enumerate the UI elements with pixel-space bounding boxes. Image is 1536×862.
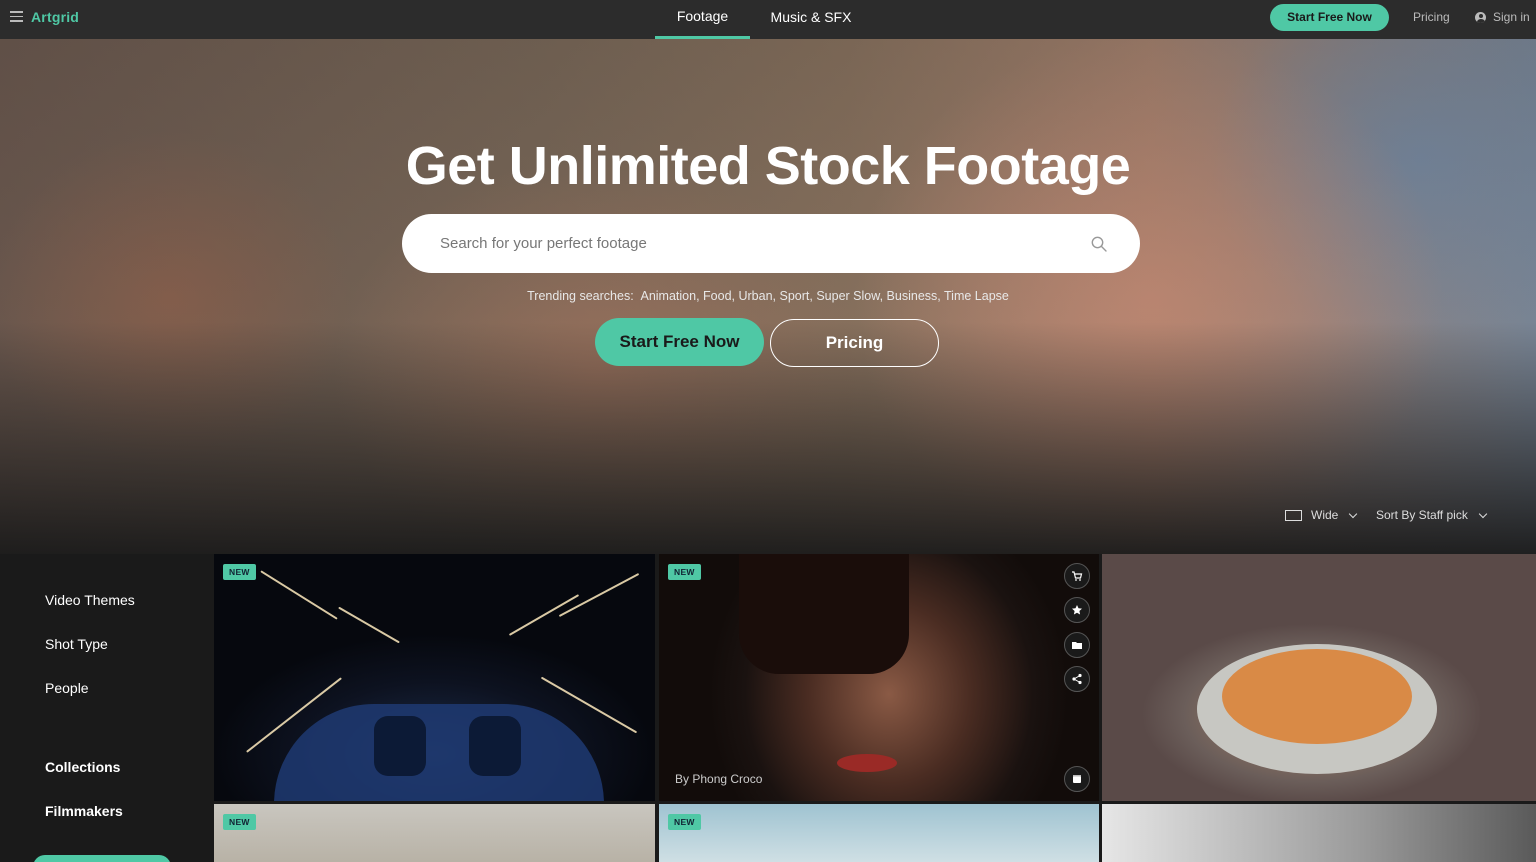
new-badge: NEW xyxy=(223,814,256,830)
trending-link-business[interactable]: Business, xyxy=(887,289,941,303)
video-tile[interactable] xyxy=(1102,804,1536,862)
car-thumbnail xyxy=(274,704,604,801)
sidebar-item-people[interactable]: People xyxy=(45,680,89,696)
sort-dropdown[interactable]: Sort By Staff pick xyxy=(1376,508,1488,522)
sort-label: Sort By Staff pick xyxy=(1376,508,1468,522)
search-icon[interactable] xyxy=(1091,236,1107,252)
new-badge: NEW xyxy=(668,814,701,830)
chevron-down-icon xyxy=(1349,509,1358,518)
trending-link-urban[interactable]: Urban, xyxy=(738,289,776,303)
new-badge: NEW xyxy=(668,564,701,580)
new-badge: NEW xyxy=(223,564,256,580)
sidebar-link-filmmakers[interactable]: Filmmakers xyxy=(45,803,123,819)
video-tile[interactable]: NEW xyxy=(214,804,655,862)
tab-music-sfx[interactable]: Music & SFX xyxy=(760,0,862,39)
pricing-link[interactable]: Pricing xyxy=(1413,10,1450,24)
video-tile[interactable] xyxy=(1102,554,1536,801)
download-icon[interactable] xyxy=(1064,766,1090,792)
folder-icon[interactable] xyxy=(1064,632,1090,658)
trending-label: Trending searches: xyxy=(527,289,634,303)
share-icon[interactable] xyxy=(1064,666,1090,692)
view-mode-dropdown[interactable]: Wide xyxy=(1285,508,1358,522)
sign-in-link[interactable]: Sign in xyxy=(1475,10,1530,24)
wide-view-icon xyxy=(1285,509,1302,521)
search-input[interactable] xyxy=(440,214,1080,273)
video-tile[interactable]: NEW xyxy=(214,554,655,801)
trending-link-super-slow[interactable]: Super Slow, xyxy=(816,289,883,303)
hero-pricing-button[interactable]: Pricing xyxy=(770,319,939,367)
tab-footage[interactable]: Footage xyxy=(655,0,750,39)
user-icon xyxy=(1475,11,1486,23)
filmmaker-byline[interactable]: By Phong Croco xyxy=(675,772,762,786)
portrait-thumbnail xyxy=(739,554,909,674)
cart-icon[interactable] xyxy=(1064,563,1090,589)
trending-link-food[interactable]: Food, xyxy=(703,289,735,303)
trending-link-time-lapse[interactable]: Time Lapse xyxy=(944,289,1009,303)
trending-link-animation[interactable]: Animation, xyxy=(640,289,699,303)
trending-searches: Trending searches: Animation, Food, Urba… xyxy=(0,289,1536,303)
search-box xyxy=(402,214,1140,273)
menu-icon[interactable] xyxy=(10,11,23,22)
sign-in-label: Sign in xyxy=(1493,10,1530,24)
sidebar-item-video-themes[interactable]: Video Themes xyxy=(45,592,135,608)
logo[interactable]: Artgrid xyxy=(31,9,79,25)
hero: Get Unlimited Stock Footage Trending sea… xyxy=(0,39,1536,554)
top-nav: Artgrid Footage Music & SFX Start Free N… xyxy=(0,0,1536,39)
filter-sidebar: Video Themes Shot Type People Collection… xyxy=(0,554,214,862)
sidebar-link-collections[interactable]: Collections xyxy=(45,759,120,775)
video-tile[interactable]: NEW By Phong Croco xyxy=(659,554,1099,801)
sidebar-cta-button[interactable] xyxy=(33,855,171,862)
hero-title: Get Unlimited Stock Footage xyxy=(405,136,1131,196)
start-free-now-button[interactable]: Start Free Now xyxy=(1270,4,1389,31)
hero-start-free-button[interactable]: Start Free Now xyxy=(595,318,764,366)
star-icon[interactable] xyxy=(1064,597,1090,623)
video-tile[interactable]: NEW xyxy=(659,804,1099,862)
sidebar-item-shot-type[interactable]: Shot Type xyxy=(45,636,108,652)
chevron-down-icon xyxy=(1478,509,1488,518)
view-mode-label: Wide xyxy=(1311,508,1339,522)
trending-link-sport[interactable]: Sport, xyxy=(780,289,813,303)
